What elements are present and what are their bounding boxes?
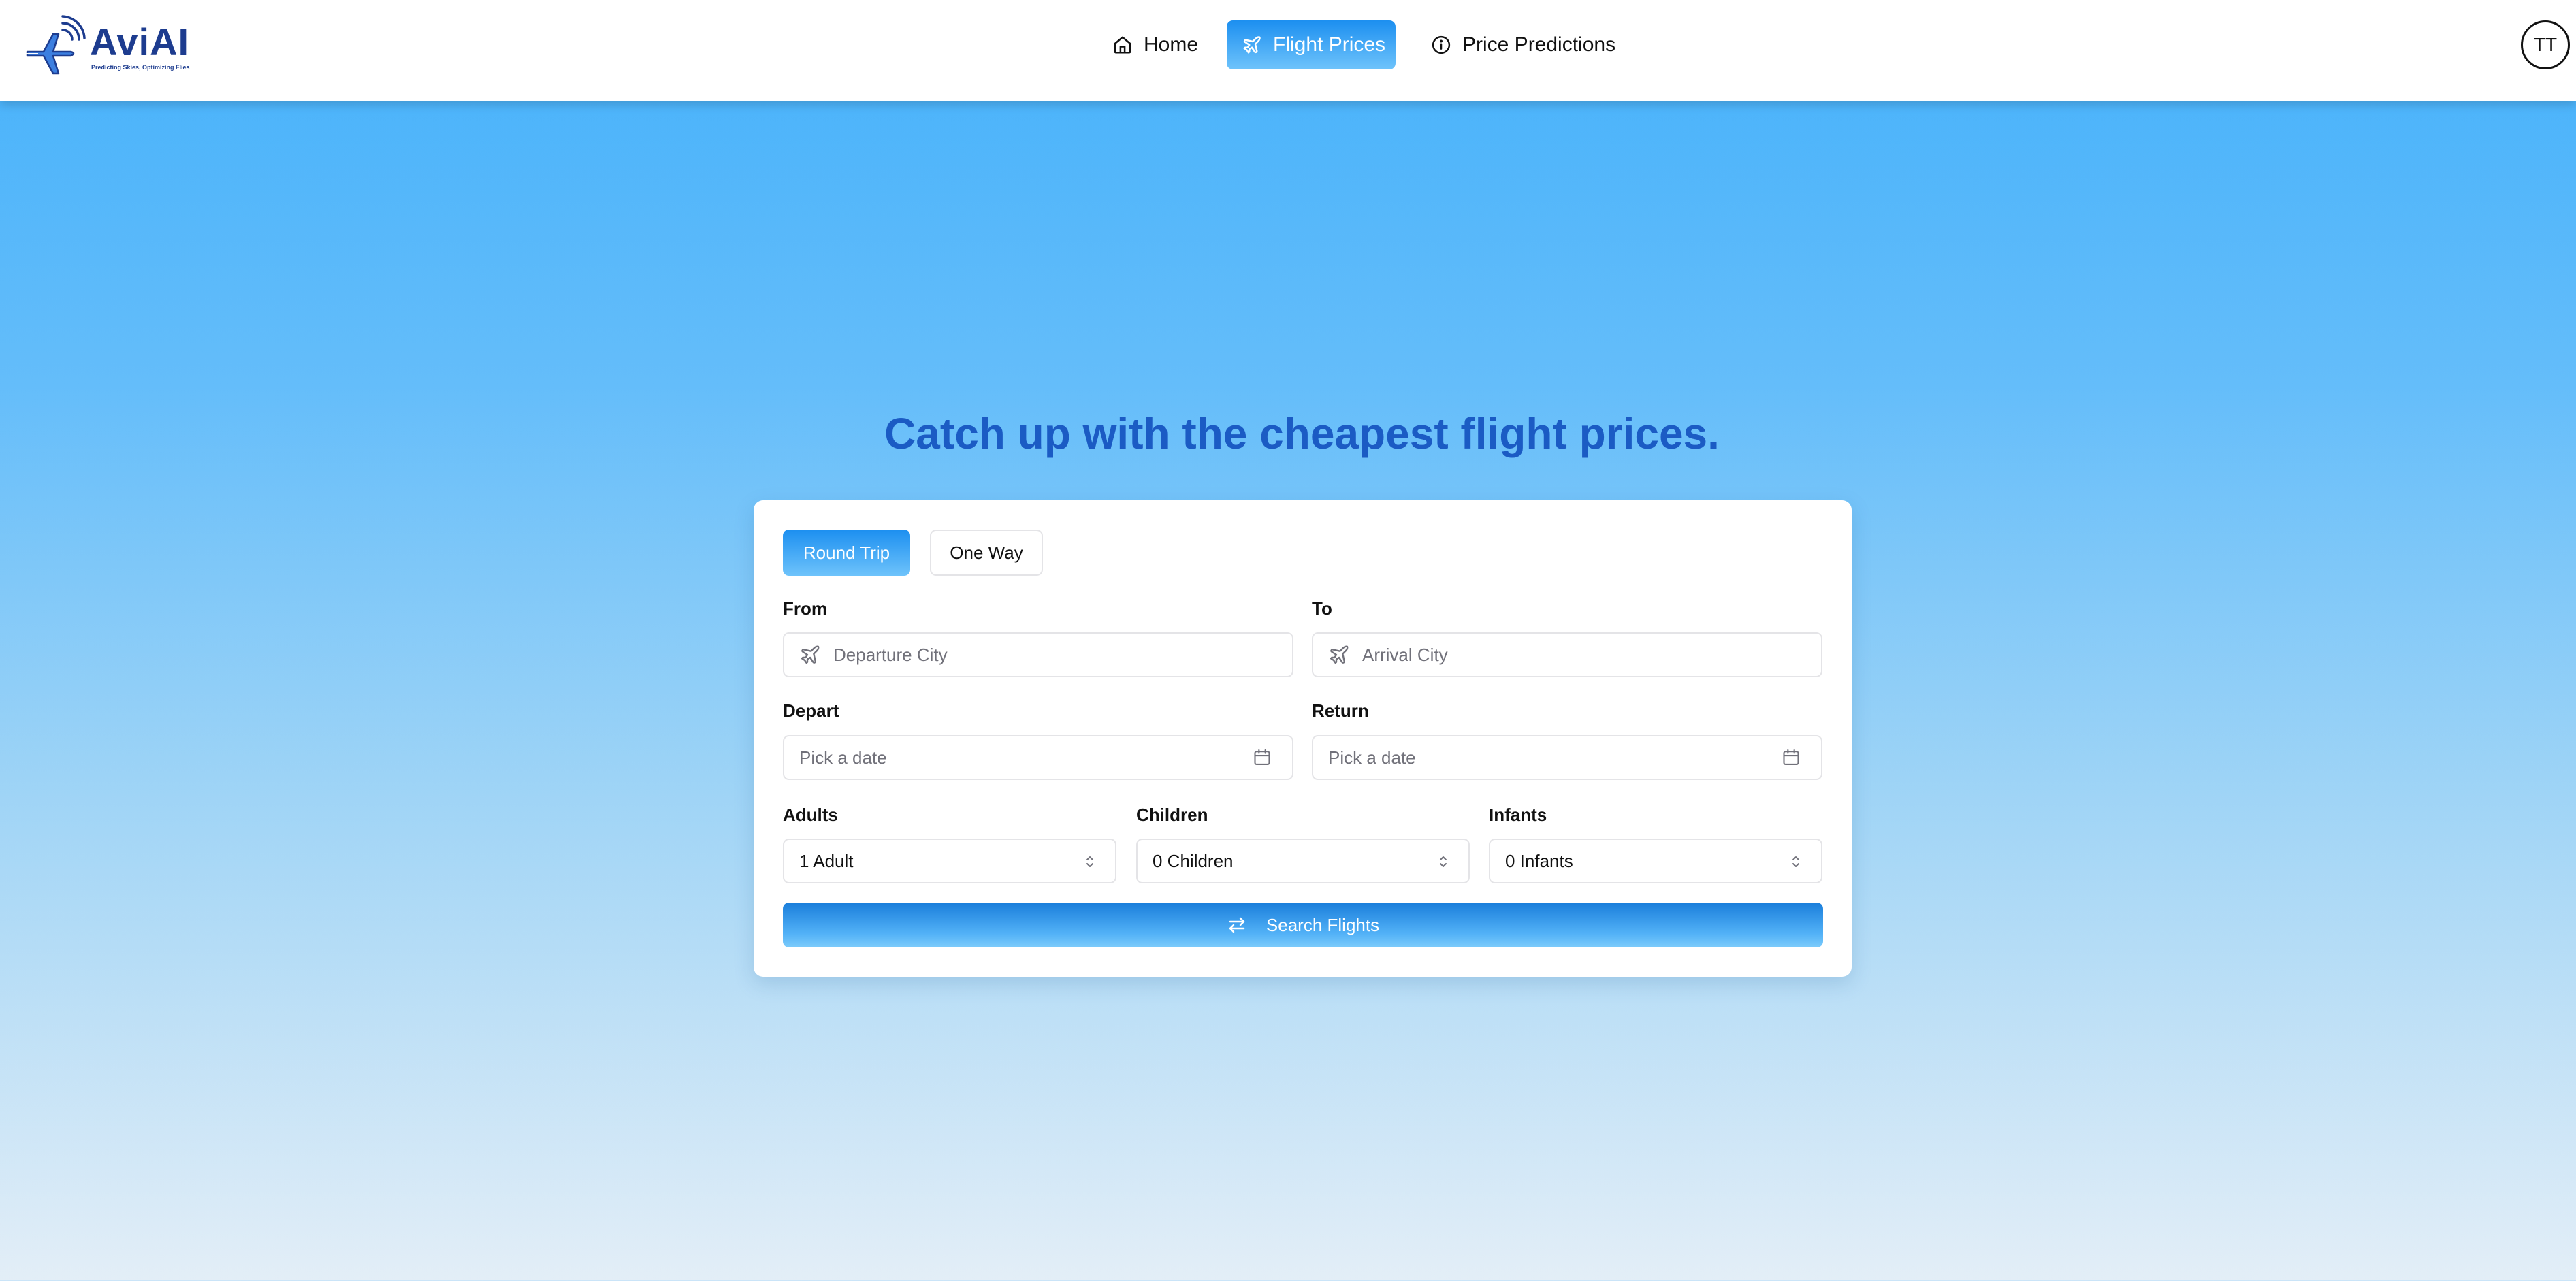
infants-value: 0 Infants xyxy=(1505,850,1573,871)
departure-city-input[interactable]: Departure City xyxy=(783,632,1293,677)
home-icon xyxy=(1114,36,1131,54)
arrival-city-placeholder: Arrival City xyxy=(1362,644,1448,665)
children-select[interactable]: 0 Children xyxy=(1136,839,1470,883)
infants-label: Infants xyxy=(1489,805,1547,825)
arrival-city-input[interactable]: Arrival City xyxy=(1312,632,1822,677)
children-label: Children xyxy=(1136,805,1208,825)
round-trip-button[interactable]: Round Trip xyxy=(783,530,910,576)
nav-item-flight-prices[interactable]: Flight Prices xyxy=(1227,20,1396,69)
depart-date-placeholder: Pick a date xyxy=(799,747,887,768)
children-value: 0 Children xyxy=(1153,850,1234,871)
search-flights-label: Search Flights xyxy=(1266,914,1380,935)
flight-search-card: Round Trip One Way From Departure City T… xyxy=(754,500,1852,977)
chevron-up-down-icon xyxy=(1440,856,1447,867)
return-date-picker[interactable]: Pick a date xyxy=(1312,735,1822,780)
from-label: From xyxy=(783,598,827,619)
top-nav-bar: AviAI Predicting Skies, Optimizing Flies… xyxy=(0,0,2576,101)
plane-icon xyxy=(801,645,820,664)
depart-label: Depart xyxy=(783,700,839,721)
nav-item-price-predictions[interactable]: Price Predictions xyxy=(1416,20,1620,69)
nav-item-home[interactable]: Home xyxy=(1097,20,1204,69)
chevron-up-down-icon xyxy=(1792,856,1799,867)
adults-value: 1 Adult xyxy=(799,850,854,871)
infants-select[interactable]: 0 Infants xyxy=(1489,839,1822,883)
calendar-icon xyxy=(1254,749,1270,765)
nav-item-label: Flight Prices xyxy=(1273,33,1386,56)
depart-date-picker[interactable]: Pick a date xyxy=(783,735,1293,780)
one-way-button[interactable]: One Way xyxy=(930,530,1043,576)
search-flights-button[interactable]: Search Flights xyxy=(783,903,1823,947)
page-title: Catch up with the cheapest flight prices… xyxy=(884,409,1720,458)
return-date-placeholder: Pick a date xyxy=(1328,747,1416,768)
plane-icon xyxy=(1243,36,1261,54)
adults-select[interactable]: 1 Adult xyxy=(783,839,1116,883)
user-avatar[interactable]: TT xyxy=(2521,20,2570,69)
nav-item-label: Price Predictions xyxy=(1462,33,1616,56)
return-label: Return xyxy=(1312,700,1369,721)
departure-city-placeholder: Departure City xyxy=(833,644,948,665)
main-nav: Home Flight Prices Price Predictions xyxy=(0,20,2576,69)
info-icon xyxy=(1432,35,1451,54)
nav-item-label: Home xyxy=(1144,33,1199,56)
swap-arrows-icon xyxy=(1229,917,1245,933)
calendar-icon xyxy=(1783,749,1799,765)
to-label: To xyxy=(1312,598,1332,619)
chevron-up-down-icon xyxy=(1086,856,1093,867)
adults-label: Adults xyxy=(783,805,838,825)
plane-icon xyxy=(1330,645,1349,664)
